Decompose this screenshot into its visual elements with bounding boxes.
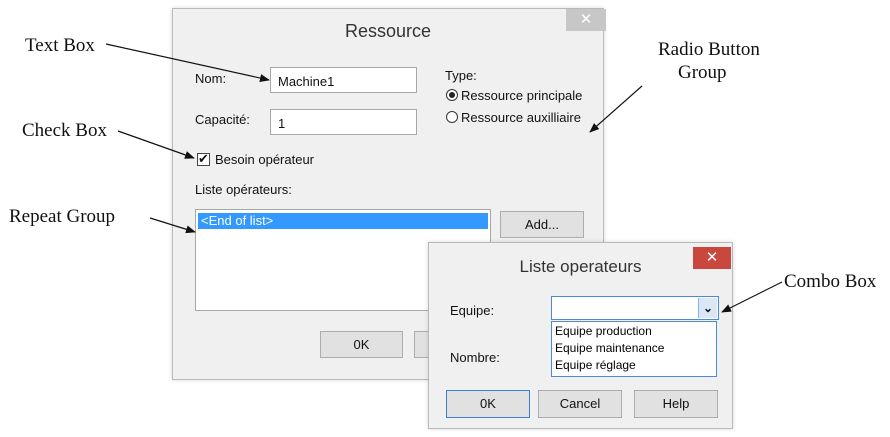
annotation-check-box: Check Box	[22, 120, 107, 141]
list-item[interactable]: <End of list>	[198, 213, 488, 229]
radio-ressource-auxilliaire[interactable]	[446, 111, 458, 123]
ressource-titlebar: Ressource ✕	[173, 9, 606, 53]
annotation-radio-group-line1: Radio Button	[658, 39, 760, 60]
ok-button[interactable]: 0K	[446, 390, 530, 418]
equipe-combo-box[interactable]: ⌄	[551, 296, 719, 320]
nom-label: Nom:	[195, 71, 227, 86]
dropdown-option[interactable]: Equipe maintenance	[555, 341, 664, 355]
ressource-title: Ressource	[344, 21, 432, 41]
besoin-operateur-label: Besoin opérateur	[215, 152, 315, 167]
ok-button[interactable]: 0K	[320, 331, 403, 358]
cancel-button[interactable]: Cancel	[538, 390, 622, 418]
capacite-label: Capacité:	[195, 112, 250, 127]
annotation-repeat-group: Repeat Group	[9, 206, 116, 227]
radio-ressource-principale[interactable]	[446, 89, 458, 101]
liste-operateurs-label: Liste opérateurs:	[195, 182, 292, 197]
close-icon[interactable]: ✕	[693, 247, 731, 269]
annotation-radio-group-line2: Group	[678, 62, 727, 83]
annotation-combo-box: Combo Box	[784, 271, 877, 292]
dropdown-button[interactable]: ⌄	[698, 298, 717, 318]
dropdown-option[interactable]: Equipe production	[555, 324, 652, 338]
equipe-dropdown-list: Equipe production Equipe maintenance Equ…	[551, 321, 717, 377]
nombre-label: Nombre:	[450, 350, 500, 365]
chevron-down-icon: ⌄	[702, 301, 714, 315]
radio-label-auxilliaire: Ressource auxilliaire	[461, 110, 581, 125]
besoin-operateur-checkbox[interactable]: ✔	[197, 151, 210, 166]
close-icon[interactable]: ✕	[566, 9, 606, 31]
help-button[interactable]: Help	[634, 390, 718, 418]
capacite-text-box[interactable]: 1	[270, 109, 417, 135]
checkmark-icon: ✔	[198, 151, 209, 166]
liste-titlebar: Liste operateurs ✕	[429, 243, 732, 287]
annotation-text-box: Text Box	[25, 35, 95, 56]
radio-label-principale: Ressource principale	[461, 88, 583, 103]
liste-title: Liste operateurs	[519, 257, 642, 276]
liste-operateurs-dialog: Liste operateurs ✕ Equipe: ⌄ Equipe prod…	[428, 242, 733, 429]
dropdown-option[interactable]: Equipe réglage	[555, 358, 636, 372]
add-button[interactable]: Add...	[500, 211, 584, 238]
nom-text-box[interactable]: Machine1	[270, 67, 417, 93]
type-label: Type:	[445, 68, 477, 83]
equipe-label: Equipe:	[450, 303, 495, 318]
